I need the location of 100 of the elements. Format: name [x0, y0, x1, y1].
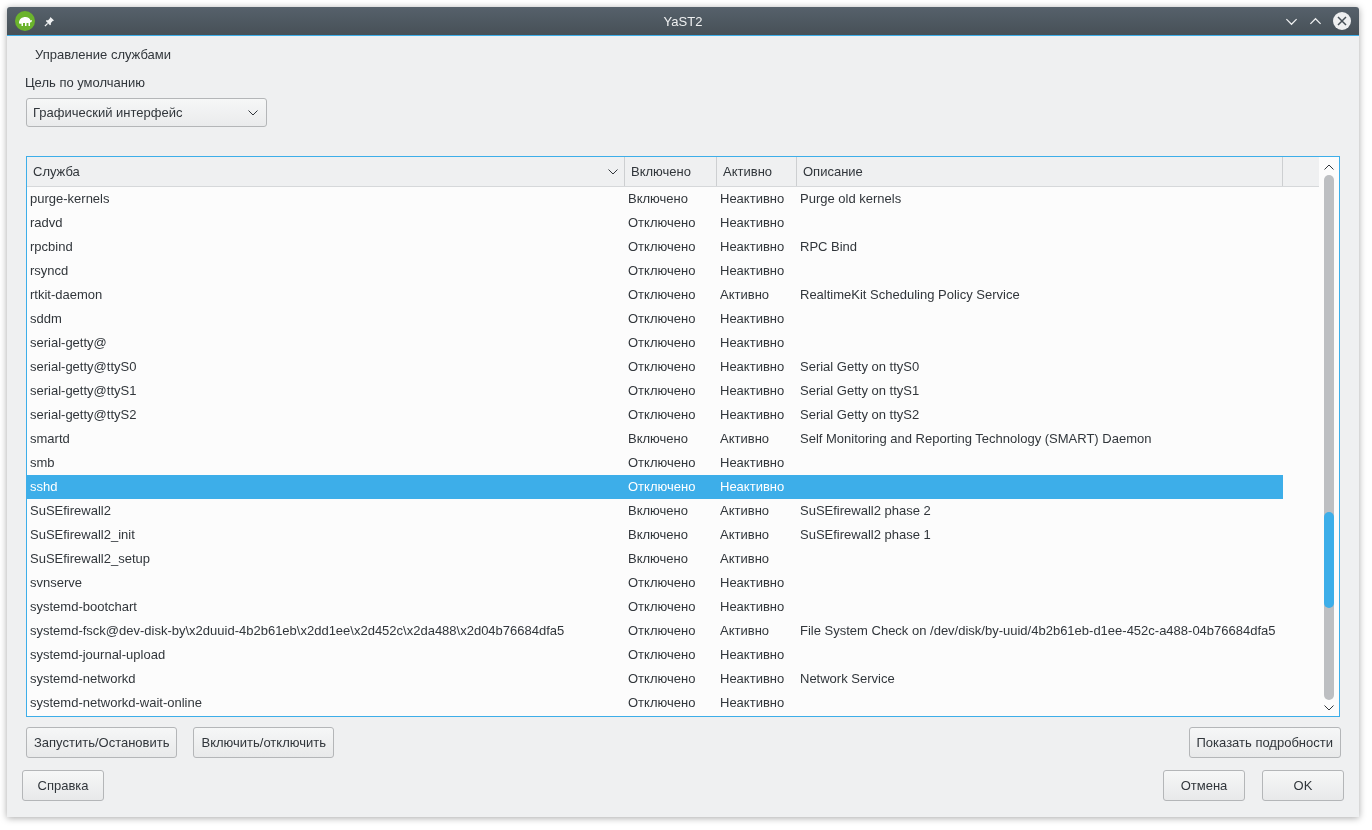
table-cell-text: Активно: [719, 502, 770, 520]
table-cell-text: sddm: [29, 310, 62, 328]
table-cell-text: Неактивно: [719, 454, 785, 472]
table-cell-text: Включено: [627, 430, 688, 448]
table-cell-text: svnserve: [29, 574, 83, 592]
table-row[interactable]: radvd Отключено Неактивно: [27, 211, 1283, 235]
table-cell-text: Включено: [627, 526, 688, 544]
table-cell-text: Отключено: [627, 622, 696, 640]
scrollbar-track[interactable]: [1324, 175, 1334, 700]
scrollbar-thumb[interactable]: [1324, 512, 1334, 608]
table-row[interactable]: serial-getty@ttyS2 Отключено Неактивно Serial Getty on ttyS2: [27, 403, 1283, 427]
table-cell-text: Активно: [719, 430, 770, 448]
dialog-heading: Управление службами: [35, 46, 172, 64]
table-row[interactable]: sddm Отключено Неактивно: [27, 307, 1283, 331]
table-cell-text: SuSEfirewall2 phase 2: [799, 502, 931, 520]
table-cell-text: Отключено: [627, 214, 696, 232]
column-header[interactable]: Описание: [797, 157, 1283, 186]
dialog-button[interactable]: OK: [1262, 770, 1344, 801]
column-header[interactable]: Активно: [717, 157, 797, 186]
table-cell-text: Неактивно: [719, 310, 785, 328]
table-cell-text: systemd-networkd: [29, 670, 136, 688]
table-cell-text: rpcbind: [29, 238, 73, 256]
table-cell-text: systemd-bootchart: [29, 598, 137, 616]
table-cell-text: serial-getty@ttyS0: [29, 358, 137, 376]
table-row[interactable]: svnserve Отключено Неактивно: [27, 571, 1283, 595]
table-cell-text: Активно: [719, 622, 770, 640]
action-button[interactable]: Включить/отключить: [193, 727, 334, 758]
table-cell-text: Serial Getty on ttyS2: [799, 406, 920, 424]
table-row[interactable]: systemd-networkd Отключено Неактивно Network Service: [27, 667, 1283, 691]
dialog-button[interactable]: Отмена: [1163, 770, 1245, 801]
chevron-down-icon: [608, 168, 618, 175]
table-row[interactable]: systemd-fsck@dev-disk-by\x2duuid-4b2b61eb\x2dd1ee\x2d452c\x2da488\x2d04b76684dfa5 Отключено Активно File System Check on /dev/disk/by-uuid/4b2b61eb-d1ee-452c-a488-04b76684dfa5: [27, 619, 1283, 643]
table-row[interactable]: smartd Включено Активно Self Monitoring and Reporting Technology (SMART) Daemon: [27, 427, 1283, 451]
scroll-down-icon[interactable]: [1324, 705, 1334, 711]
table-cell-text: sshd: [29, 478, 58, 496]
table-cell-text: Неактивно: [719, 214, 785, 232]
table-cell-text: File System Check on /dev/disk/by-uuid/4b2b61eb-d1ee-452c-a488-04b76684dfa5: [799, 622, 1276, 640]
column-header[interactable]: Служба: [27, 157, 625, 186]
scroll-up-icon[interactable]: [1324, 164, 1334, 170]
table-row[interactable]: serial-getty@ Отключено Неактивно: [27, 331, 1283, 355]
app-logo-icon[interactable]: [15, 11, 35, 31]
table-cell-text: smb: [29, 454, 55, 472]
field-label: Цель по умолчанию: [25, 74, 145, 92]
table-cell-text: rtkit-daemon: [29, 286, 103, 304]
table-cell-text: SuSEfirewall2_init: [29, 526, 135, 544]
table-cell-text: radvd: [29, 214, 63, 232]
table-cell-text: systemd-networkd-wait-online: [29, 694, 202, 712]
table-cell-text: Неактивно: [719, 478, 785, 496]
close-icon[interactable]: [1333, 12, 1351, 30]
table-cell-text: Неактивно: [719, 358, 785, 376]
table-row[interactable]: SuSEfirewall2_init Включено Активно SuSEfirewall2 phase 1: [27, 523, 1283, 547]
table-cell-text: Отключено: [627, 670, 696, 688]
target-dropdown[interactable]: Графический интерфейс: [26, 98, 267, 127]
table-cell-text: Отключено: [627, 286, 696, 304]
table-cell-text: Serial Getty on ttyS0: [799, 358, 920, 376]
table-cell-text: Неактивно: [719, 190, 785, 208]
table-cell-text: serial-getty@ttyS1: [29, 382, 137, 400]
action-button[interactable]: Запустить/Остановить: [26, 727, 178, 758]
action-button[interactable]: Показать подробности: [1188, 727, 1341, 758]
table-cell-text: Отключено: [627, 694, 696, 712]
table-cell-text: SuSEfirewall2 phase 1: [799, 526, 931, 544]
dialog-button[interactable]: Справка: [22, 770, 104, 801]
table-cell-text: Отключено: [627, 478, 696, 496]
table-cell-text: systemd-journal-upload: [29, 646, 166, 664]
table-row[interactable]: rpcbind Отключено Неактивно RPC Bind: [27, 235, 1283, 259]
table-cell-text: Purge old kernels: [799, 190, 902, 208]
table-cell-text: Неактивно: [719, 334, 785, 352]
table-cell-text: Self Monitoring and Reporting Technology (SMART) Daemon: [799, 430, 1152, 448]
table-cell-text: serial-getty@ttyS2: [29, 406, 137, 424]
table-row[interactable]: systemd-networkd-wait-online Отключено Неактивно: [27, 691, 1283, 715]
table-cell-text: Неактивно: [719, 406, 785, 424]
table-cell-text: Неактивно: [719, 574, 785, 592]
table-cell-text: Активно: [719, 286, 770, 304]
table-row[interactable]: purge-kernels Включено Неактивно Purge old kernels: [27, 187, 1283, 211]
table-cell-text: Network Service: [799, 670, 895, 688]
table-cell-text: Включено: [627, 502, 688, 520]
table-row[interactable]: systemd-journal-upload Отключено Неактивно: [27, 643, 1283, 667]
table-cell-text: Отключено: [627, 238, 696, 256]
pin-icon[interactable]: [44, 15, 55, 27]
table-cell-text: serial-getty@: [29, 334, 107, 352]
table-cell-text: Неактивно: [719, 670, 785, 688]
table-cell-text: SuSEfirewall2_setup: [29, 550, 150, 568]
table-row[interactable]: systemd-bootchart Отключено Неактивно: [27, 595, 1283, 619]
window-title: YaST2: [663, 13, 703, 29]
table-cell-text: Отключено: [627, 598, 696, 616]
table-cell-text: systemd-fsck@dev-disk-by\x2duuid-4b2b61eb\x2dd1ee\x2d452c\x2da488\x2d04b76684dfa5: [29, 622, 565, 640]
table-cell-text: Неактивно: [719, 262, 785, 280]
table-cell-text: Отключено: [627, 574, 696, 592]
table-row[interactable]: serial-getty@ttyS0 Отключено Неактивно Serial Getty on ttyS0: [27, 355, 1283, 379]
column-header[interactable]: Включено: [625, 157, 717, 186]
table-row[interactable]: rsyncd Отключено Неактивно: [27, 259, 1283, 283]
table-row[interactable]: smb Отключено Неактивно: [27, 451, 1283, 475]
table-cell-text: Включено: [627, 190, 688, 208]
table-row[interactable]: serial-getty@ttyS1 Отключено Неактивно Serial Getty on ttyS1: [27, 379, 1283, 403]
table-cell-text: SuSEfirewall2: [29, 502, 111, 520]
table-cell-text: RPC Bind: [799, 238, 858, 256]
table-row[interactable]: rtkit-daemon Отключено Активно RealtimeKit Scheduling Policy Service: [27, 283, 1283, 307]
table-row[interactable]: SuSEfirewall2_setup Включено Активно: [27, 547, 1283, 571]
table-row[interactable]: SuSEfirewall2 Включено Активно SuSEfirewall2 phase 2: [27, 499, 1283, 523]
table-cell-text: Неактивно: [719, 694, 785, 712]
